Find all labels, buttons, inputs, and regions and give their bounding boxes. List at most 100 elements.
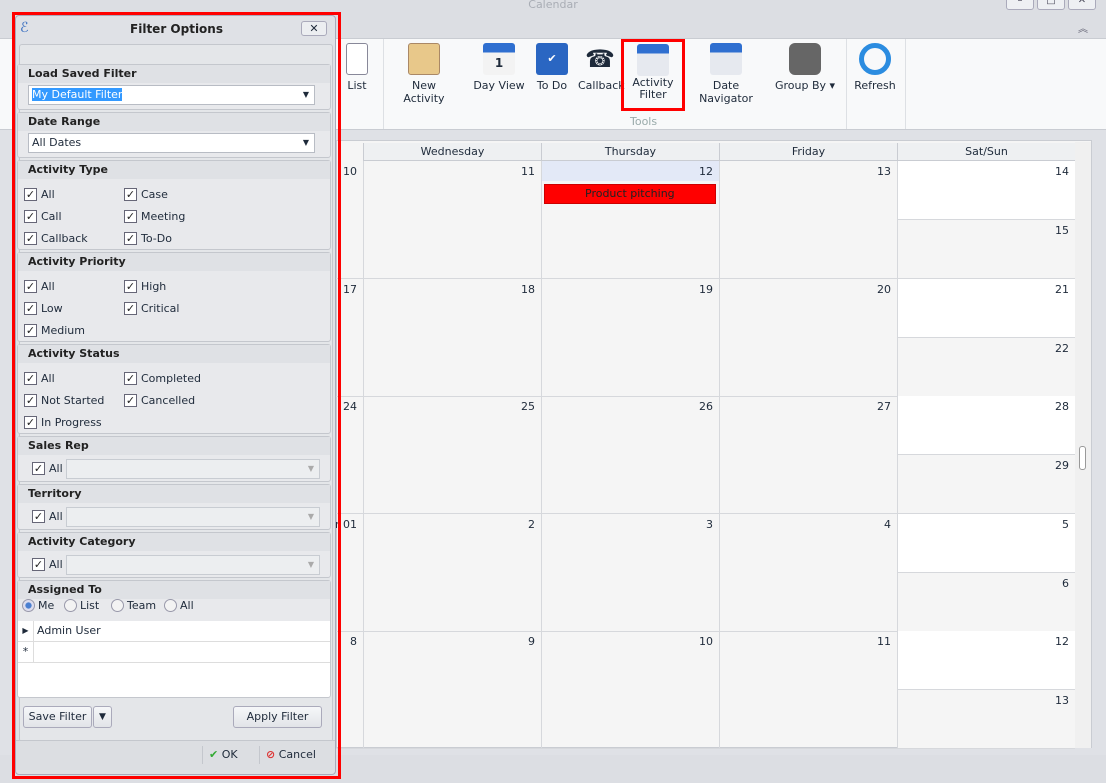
highlight-outline	[12, 12, 341, 779]
day-number: 13	[877, 165, 891, 178]
callback-button[interactable]: ☎ Callback	[578, 43, 625, 92]
label: List	[347, 79, 367, 92]
day-cell-sat[interactable]: 5	[897, 513, 1075, 573]
to-do-button[interactable]: ✔ To Do	[534, 43, 570, 92]
day-cell-thu[interactable]: 19	[541, 278, 719, 397]
collapse-ribbon-icon[interactable]: ︽	[1078, 20, 1088, 35]
column-header-wednesday: Wednesday	[363, 143, 541, 161]
column-header-thursday: Thursday	[541, 143, 719, 161]
day-number: 21	[1055, 282, 1069, 296]
new-activity-button[interactable]: New Activity	[390, 43, 458, 105]
label: To Do	[536, 79, 568, 92]
label: Callback	[578, 79, 625, 92]
calendar-month-view: Wednesday Thursday Friday Sat/Sun 10 11 12…	[333, 140, 1092, 750]
day-cell-fri[interactable]: 4	[719, 513, 897, 632]
day-number: 6	[1062, 576, 1069, 590]
day-number: 2	[528, 517, 535, 531]
day-number: 9	[528, 635, 535, 649]
day-cell-fri[interactable]: 11	[719, 631, 897, 750]
new-activity-icon	[408, 43, 440, 75]
day-cell-wed[interactable]: 18	[363, 278, 541, 397]
divider	[846, 39, 847, 129]
phone-icon: ☎	[585, 45, 615, 73]
day-number: 13	[1055, 694, 1069, 708]
day-number: 11	[877, 635, 891, 649]
day-number: 27	[877, 400, 891, 414]
window-title: Calendar	[528, 0, 578, 11]
label: Refresh	[854, 79, 896, 92]
maximize-button[interactable]: □	[1037, 0, 1065, 10]
ribbon-group-label: Tools	[630, 115, 658, 128]
day-cell-wed[interactable]: 25	[363, 396, 541, 515]
day-number: 4	[884, 517, 891, 531]
day-calendar-icon: 1	[483, 43, 515, 75]
day-number: 28	[1055, 400, 1069, 414]
close-window-button[interactable]: ✕	[1068, 0, 1096, 10]
divider	[905, 39, 906, 129]
day-number: 24	[343, 400, 357, 414]
day-cell-sat[interactable]: 28	[897, 396, 1075, 456]
day-number: 18	[521, 282, 535, 296]
day-view-button[interactable]: 1 Day View	[472, 43, 526, 92]
day-cell-fri[interactable]: 27	[719, 396, 897, 515]
day-number: 29	[1055, 459, 1069, 473]
label: New Activity	[403, 79, 445, 105]
group-by-icon	[789, 43, 821, 75]
todo-check-icon: ✔	[536, 43, 568, 75]
day-number: 15	[1055, 224, 1069, 237]
today-highlight	[542, 161, 719, 181]
label: Day View	[473, 79, 525, 92]
day-number: 14	[1055, 165, 1069, 178]
day-cell-wed[interactable]: 2	[363, 513, 541, 632]
day-number: 11	[521, 165, 535, 178]
day-cell-sun[interactable]: 13	[897, 690, 1075, 750]
label: Date Navigator	[699, 79, 753, 105]
list-icon	[346, 43, 368, 75]
scrollbar-thumb[interactable]	[1079, 446, 1086, 470]
day-number: 5	[1062, 517, 1069, 531]
day-number: 22	[1055, 341, 1069, 355]
group-by-button[interactable]: Group By ▾	[774, 43, 836, 92]
day-number: 17	[343, 282, 357, 296]
day-cell-thu[interactable]: 12	[541, 161, 719, 279]
day-cell-sun[interactable]: 22	[897, 337, 1075, 397]
label: Group By	[774, 79, 826, 92]
label: Activity Filter	[632, 76, 674, 101]
day-cell-sun[interactable]: 29	[897, 455, 1075, 515]
day-number: 8	[350, 635, 357, 649]
day-cell-sun[interactable]: 15	[897, 220, 1075, 279]
column-header-friday: Friday	[719, 143, 897, 161]
date-navigator-icon	[710, 43, 742, 75]
day-cell-sat[interactable]: 21	[897, 278, 1075, 338]
calendar-event[interactable]: Product pitching	[544, 184, 716, 204]
date-navigator-button[interactable]: Date Navigator	[686, 43, 766, 105]
day-cell-sat[interactable]: 12	[897, 631, 1075, 691]
day-cell-sun[interactable]: 6	[897, 572, 1075, 632]
day-cell-wed[interactable]: 11	[363, 161, 541, 279]
day-number: 20	[877, 282, 891, 296]
day-cell-thu[interactable]: 10	[541, 631, 719, 750]
day-number: 25	[521, 400, 535, 414]
day-cell-fri[interactable]: 13	[719, 161, 897, 279]
day-number: 3	[706, 517, 713, 531]
day-number: 12	[699, 165, 713, 178]
divider	[383, 39, 384, 129]
day-cell-sat[interactable]: 14	[897, 161, 1075, 220]
day-number: 10	[343, 165, 357, 178]
refresh-button[interactable]: Refresh	[852, 43, 898, 92]
calendar-scrollbar[interactable]	[1075, 142, 1091, 748]
event-title: Product pitching	[585, 187, 675, 200]
minimize-button[interactable]: –	[1006, 0, 1034, 10]
list-button[interactable]: List	[342, 43, 372, 92]
day-cell-thu[interactable]: 3	[541, 513, 719, 632]
day-number: 10	[699, 635, 713, 649]
day-cell-wed[interactable]: 9	[363, 631, 541, 750]
day-number: 26	[699, 400, 713, 414]
day-cell-thu[interactable]: 26	[541, 396, 719, 515]
filter-calendar-icon	[637, 44, 669, 76]
day-number: 19	[699, 282, 713, 296]
column-header-weekend: Sat/Sun	[897, 143, 1075, 161]
day-cell-fri[interactable]: 20	[719, 278, 897, 397]
refresh-icon	[859, 43, 891, 75]
activity-filter-button[interactable]: Activity Filter	[621, 39, 685, 111]
